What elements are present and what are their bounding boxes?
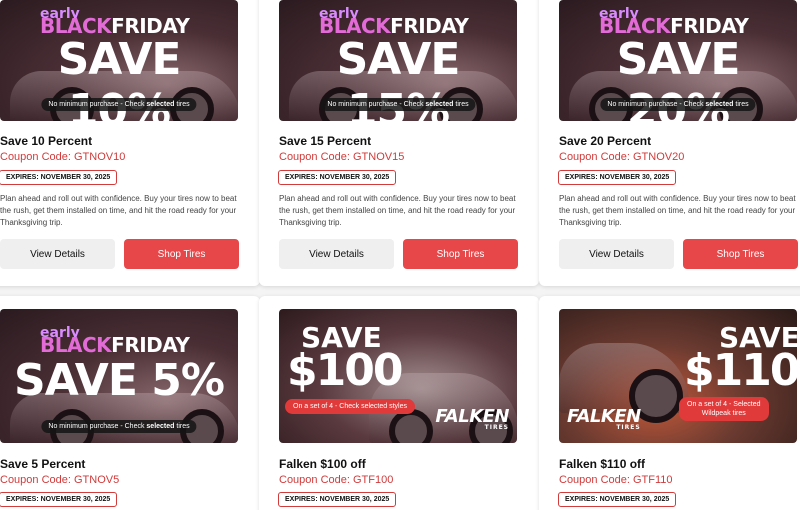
coupon-description: Plan ahead and roll out with confidence.… xyxy=(279,194,516,227)
save-amount: $110 xyxy=(684,345,797,396)
falken-logo: FALKEN TIRES xyxy=(567,406,641,431)
expiry-badge: EXPIRES: NOVEMBER 30, 2025 xyxy=(0,492,118,507)
view-details-button[interactable]: View Details xyxy=(559,239,674,269)
coupon-card: early BLACKFRIDAY SAVE 15% No minimum pu… xyxy=(259,0,539,286)
black-friday-label: BLACKFRIDAY xyxy=(40,333,190,357)
coupon-description: Plan ahead and roll out with confidence.… xyxy=(0,194,237,227)
expiry-badge: EXPIRES: NOVEMBER 30, 2025 xyxy=(558,170,677,185)
coupon-title: Save 10 Percent xyxy=(0,134,93,148)
coupon-description: Plan ahead and roll out with confidence.… xyxy=(559,194,796,227)
expiry-badge: EXPIRES: NOVEMBER 30, 2025 xyxy=(278,170,397,185)
coupon-code: Coupon Code: GTNOV10 xyxy=(0,151,126,163)
coupon-title: Falken $100 off xyxy=(279,457,366,471)
banner-note: On a set of 4 - Selected Wildpeak tires xyxy=(679,397,769,422)
coupon-card: early BLACKFRIDAY SAVE 5% No minimum pur… xyxy=(0,296,260,510)
promo-banner[interactable]: SAVE $100 On a set of 4 - Check selected… xyxy=(279,309,517,443)
coupon-code: Coupon Code: GTNOV20 xyxy=(559,151,685,163)
expiry-badge: EXPIRES: NOVEMBER 30, 2025 xyxy=(278,492,397,507)
coupon-card: SAVE $110 On a set of 4 - Selected Wildpe… xyxy=(539,296,800,510)
banner-note: No minimum purchase - Check selected tir… xyxy=(41,420,197,433)
view-details-button[interactable]: View Details xyxy=(279,239,394,269)
coupon-card: SAVE $100 On a set of 4 - Check selected… xyxy=(259,296,539,510)
coupon-title: Save 15 Percent xyxy=(279,134,372,148)
expiry-badge: EXPIRES: NOVEMBER 30, 2025 xyxy=(0,170,118,185)
coupon-title: Falken $110 off xyxy=(559,457,646,471)
promo-banner[interactable]: early BLACKFRIDAY SAVE 15% No minimum pu… xyxy=(279,0,517,121)
coupon-card: early BLACKFRIDAY SAVE 10% No minimum pu… xyxy=(0,0,260,286)
promo-banner[interactable]: early BLACKFRIDAY SAVE 10% No minimum pu… xyxy=(0,0,238,121)
banner-note: No minimum purchase - Check selected tir… xyxy=(41,98,197,111)
shop-tires-button[interactable]: Shop Tires xyxy=(683,239,798,269)
discount-headline: SAVE 5% xyxy=(14,355,225,406)
banner-note: No minimum purchase - Check selected tir… xyxy=(320,98,476,111)
promo-banner[interactable]: SAVE $110 On a set of 4 - Selected Wildpe… xyxy=(559,309,797,443)
coupon-card: early BLACKFRIDAY SAVE 20% No minimum pu… xyxy=(539,0,800,286)
expiry-badge: EXPIRES: NOVEMBER 30, 2025 xyxy=(558,492,677,507)
falken-logo: FALKEN TIRES xyxy=(435,406,509,431)
shop-tires-button[interactable]: Shop Tires xyxy=(124,239,239,269)
jeep-image xyxy=(559,343,689,423)
banner-note: On a set of 4 - Check selected styles xyxy=(285,399,415,415)
shop-tires-button[interactable]: Shop Tires xyxy=(403,239,518,269)
banner-note: No minimum purchase - Check selected tir… xyxy=(600,98,756,111)
view-details-button[interactable]: View Details xyxy=(0,239,115,269)
coupon-code: Coupon Code: GTF110 xyxy=(559,474,673,486)
coupon-grid: early BLACKFRIDAY SAVE 10% No minimum pu… xyxy=(0,0,800,510)
promo-banner[interactable]: early BLACKFRIDAY SAVE 5% No minimum pur… xyxy=(0,309,238,443)
coupon-title: Save 20 Percent xyxy=(559,134,652,148)
coupon-title: Save 5 Percent xyxy=(0,457,86,471)
coupon-code: Coupon Code: GTNOV15 xyxy=(279,151,405,163)
coupon-code: Coupon Code: GTF100 xyxy=(279,474,394,486)
coupon-code: Coupon Code: GTNOV5 xyxy=(0,474,120,486)
save-amount: $100 xyxy=(287,345,403,396)
promo-banner[interactable]: early BLACKFRIDAY SAVE 20% No minimum pu… xyxy=(559,0,797,121)
